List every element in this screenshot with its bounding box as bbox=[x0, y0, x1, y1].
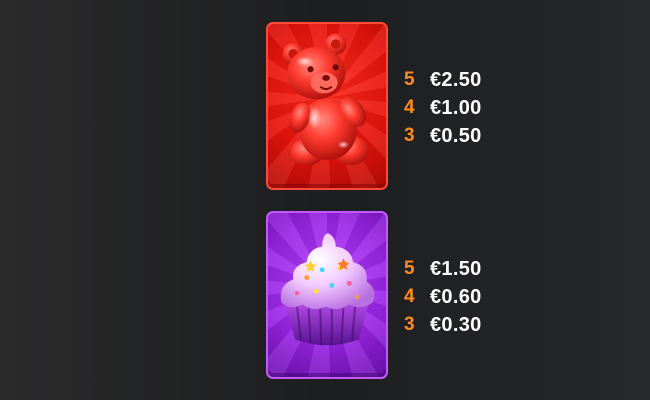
paytable-row: 3 €0.30 bbox=[404, 311, 514, 339]
cupcake-icon bbox=[280, 233, 375, 346]
symbol-count: 5 bbox=[404, 258, 415, 279]
gummy-bear-icon bbox=[282, 33, 369, 166]
symbol-count: 4 bbox=[404, 97, 415, 118]
payout-value: €2.50 bbox=[430, 68, 482, 91]
symbol-count: 3 bbox=[404, 314, 415, 335]
payout-value: €1.50 bbox=[430, 257, 482, 280]
paytable-row: 5 €2.50 bbox=[404, 66, 514, 94]
gummy-bear-symbol-card bbox=[266, 22, 388, 190]
cupcake-symbol-card bbox=[266, 211, 388, 379]
paytable-row: 3 €0.50 bbox=[404, 122, 514, 150]
payout-value: €0.50 bbox=[430, 124, 482, 147]
symbol-count: 3 bbox=[404, 125, 415, 146]
payout-value: €0.60 bbox=[430, 285, 482, 308]
paytable-row: 5 €1.50 bbox=[404, 255, 514, 283]
payout-value: €0.30 bbox=[430, 313, 482, 336]
paytable-row: 4 €0.60 bbox=[404, 283, 514, 311]
symbol-count: 5 bbox=[404, 69, 415, 90]
symbol-count: 4 bbox=[404, 286, 415, 307]
cupcake-paytable: 5 €1.50 4 €0.60 3 €0.30 bbox=[404, 255, 514, 339]
gummy-bear-paytable: 5 €2.50 4 €1.00 3 €0.50 bbox=[404, 66, 514, 150]
paytable-row: 4 €1.00 bbox=[404, 94, 514, 122]
payout-value: €1.00 bbox=[430, 96, 482, 119]
